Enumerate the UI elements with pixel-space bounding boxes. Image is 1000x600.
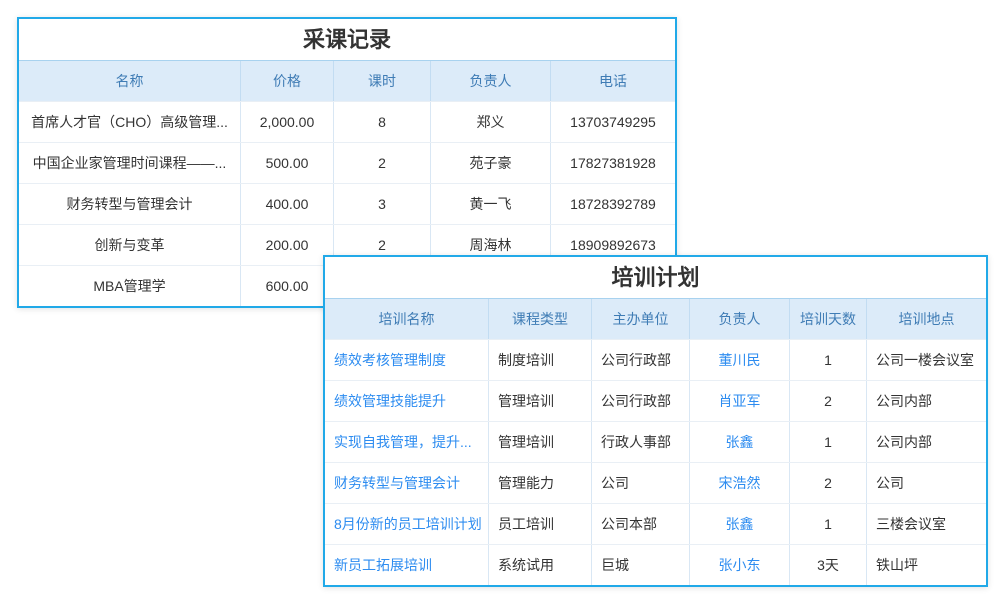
link-training-name[interactable]: 财务转型与管理会计: [325, 463, 489, 503]
link-owner[interactable]: 董川民: [690, 340, 790, 380]
table-cell: 公司行政部: [592, 340, 690, 380]
table-row: 绩效考核管理制度制度培训公司行政部董川民1公司一楼会议室: [325, 339, 986, 380]
table-cell: 1: [790, 422, 867, 462]
link-training-name[interactable]: 新员工拓展培训: [325, 545, 489, 585]
purchase-table-title: 采课记录: [19, 19, 675, 60]
table-cell: 8: [334, 102, 431, 142]
column-header: 主办单位: [592, 299, 690, 339]
table-row: 财务转型与管理会计400.003黄一飞18728392789: [19, 183, 675, 224]
table-row: 首席人才官（CHO）高级管理...2,000.008郑义13703749295: [19, 101, 675, 142]
table-row: 财务转型与管理会计管理能力公司宋浩然2公司: [325, 462, 986, 503]
table-cell: 17827381928: [551, 143, 675, 183]
table-cell: 管理培训: [489, 381, 592, 421]
table-cell: 2: [790, 463, 867, 503]
table-cell: 公司内部: [867, 422, 986, 462]
table-cell: 600.00: [241, 266, 334, 306]
column-header: 培训名称: [325, 299, 489, 339]
column-header: 课时: [334, 61, 431, 101]
table-cell: MBA管理学: [19, 266, 241, 306]
training-table-title: 培训计划: [325, 257, 986, 298]
table-row: 绩效管理技能提升管理培训公司行政部肖亚军2公司内部: [325, 380, 986, 421]
table-cell: 公司本部: [592, 504, 690, 544]
training-plan-table: 培训计划 培训名称课程类型主办单位负责人培训天数培训地点 绩效考核管理制度制度培…: [323, 255, 988, 587]
link-training-name[interactable]: 8月份新的员工培训计划: [325, 504, 489, 544]
table-cell: 员工培训: [489, 504, 592, 544]
table-cell: 200.00: [241, 225, 334, 265]
table-cell: 苑子豪: [431, 143, 551, 183]
table-cell: 1: [790, 504, 867, 544]
table-cell: 公司: [592, 463, 690, 503]
table-cell: 3天: [790, 545, 867, 585]
table-cell: 创新与变革: [19, 225, 241, 265]
table-cell: 系统试用: [489, 545, 592, 585]
column-header: 名称: [19, 61, 241, 101]
table-cell: 3: [334, 184, 431, 224]
table-cell: 13703749295: [551, 102, 675, 142]
column-header: 负责人: [431, 61, 551, 101]
link-training-name[interactable]: 绩效考核管理制度: [325, 340, 489, 380]
table-cell: 400.00: [241, 184, 334, 224]
table-cell: 公司一楼会议室: [867, 340, 986, 380]
table-row: 新员工拓展培训系统试用巨城张小东3天铁山坪: [325, 544, 986, 585]
table-row: 8月份新的员工培训计划员工培训公司本部张鑫1三楼会议室: [325, 503, 986, 544]
table-cell: 管理能力: [489, 463, 592, 503]
link-owner[interactable]: 宋浩然: [690, 463, 790, 503]
column-header: 培训天数: [790, 299, 867, 339]
table-cell: 1: [790, 340, 867, 380]
table-cell: 巨城: [592, 545, 690, 585]
training-table-header-row: 培训名称课程类型主办单位负责人培训天数培训地点: [325, 298, 986, 339]
column-header: 价格: [241, 61, 334, 101]
table-cell: 2: [790, 381, 867, 421]
link-owner[interactable]: 张小东: [690, 545, 790, 585]
table-cell: 郑义: [431, 102, 551, 142]
column-header: 课程类型: [489, 299, 592, 339]
column-header: 电话: [551, 61, 675, 101]
page: 采课记录 名称价格课时负责人电话 首席人才官（CHO）高级管理...2,000.…: [0, 0, 1000, 600]
table-cell: 2: [334, 143, 431, 183]
link-training-name[interactable]: 实现自我管理，提升...: [325, 422, 489, 462]
table-row: 实现自我管理，提升...管理培训行政人事部张鑫1公司内部: [325, 421, 986, 462]
table-cell: 公司行政部: [592, 381, 690, 421]
table-cell: 中国企业家管理时间课程——...: [19, 143, 241, 183]
table-cell: 黄一飞: [431, 184, 551, 224]
link-owner[interactable]: 肖亚军: [690, 381, 790, 421]
link-owner[interactable]: 张鑫: [690, 504, 790, 544]
table-cell: 18728392789: [551, 184, 675, 224]
table-cell: 公司内部: [867, 381, 986, 421]
table-cell: 财务转型与管理会计: [19, 184, 241, 224]
training-table-body: 绩效考核管理制度制度培训公司行政部董川民1公司一楼会议室绩效管理技能提升管理培训…: [325, 339, 986, 585]
column-header: 负责人: [690, 299, 790, 339]
table-cell: 2,000.00: [241, 102, 334, 142]
column-header: 培训地点: [867, 299, 986, 339]
purchase-table-header-row: 名称价格课时负责人电话: [19, 60, 675, 101]
table-cell: 管理培训: [489, 422, 592, 462]
table-cell: 制度培训: [489, 340, 592, 380]
table-cell: 公司: [867, 463, 986, 503]
link-owner[interactable]: 张鑫: [690, 422, 790, 462]
table-cell: 500.00: [241, 143, 334, 183]
table-row: 中国企业家管理时间课程——...500.002苑子豪17827381928: [19, 142, 675, 183]
table-cell: 首席人才官（CHO）高级管理...: [19, 102, 241, 142]
table-cell: 行政人事部: [592, 422, 690, 462]
link-training-name[interactable]: 绩效管理技能提升: [325, 381, 489, 421]
table-cell: 三楼会议室: [867, 504, 986, 544]
table-cell: 铁山坪: [867, 545, 986, 585]
